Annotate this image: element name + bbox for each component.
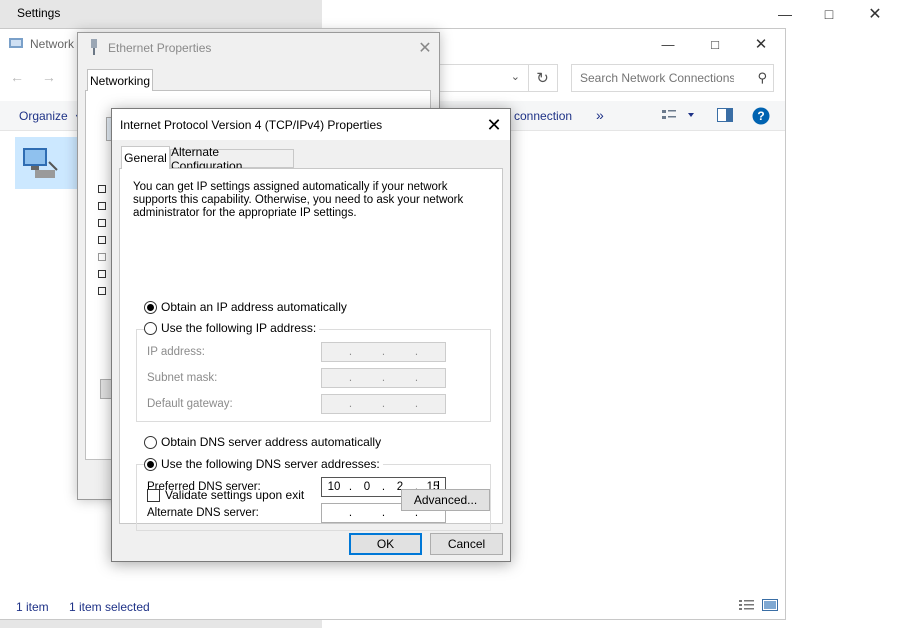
tab-alternate-configuration[interactable]: Alternate Configuration bbox=[170, 145, 294, 173]
change-view-button[interactable] bbox=[661, 108, 695, 125]
dns-manual-radio[interactable] bbox=[144, 457, 157, 471]
dns-manual-label: Use the following DNS server addresses: bbox=[161, 457, 380, 471]
dns-manual-option[interactable]: Use the following DNS server addresses: bbox=[144, 457, 383, 471]
components-list-edge bbox=[98, 179, 106, 299]
ipv4-dialog-title: Internet Protocol Version 4 (TCP/IPv4) P… bbox=[120, 118, 383, 132]
status-item-count: 1 item bbox=[16, 600, 49, 614]
preview-pane-icon[interactable] bbox=[717, 108, 733, 125]
settings-window-title: Settings bbox=[17, 6, 61, 20]
validate-settings-option[interactable]: Validate settings upon exit bbox=[147, 488, 304, 502]
ip-address-label: IP address: bbox=[147, 346, 205, 358]
preferred-dns-octet-2[interactable]: 0 bbox=[355, 481, 379, 493]
status-selected-count: 1 item selected bbox=[69, 600, 150, 614]
tab-networking[interactable]: Networking bbox=[87, 69, 153, 91]
organize-menu[interactable]: Organize ▼ bbox=[19, 109, 83, 123]
search-input[interactable] bbox=[572, 65, 742, 91]
alternate-dns-label: Alternate DNS server: bbox=[147, 507, 259, 519]
ip-auto-option[interactable]: Obtain an IP address automatically bbox=[144, 300, 347, 314]
organize-label: Organize bbox=[19, 109, 68, 123]
address-dropdown-chevron-icon[interactable]: ⌄ bbox=[511, 70, 520, 83]
ip-manual-label: Use the following IP address: bbox=[161, 321, 317, 335]
ip-auto-radio[interactable] bbox=[144, 300, 157, 314]
network-adapter-icon bbox=[23, 148, 58, 178]
search-icon[interactable]: ⚲ bbox=[757, 70, 767, 86]
rename-connection-command[interactable]: connection bbox=[514, 109, 572, 123]
settings-maximize-button[interactable]: □ bbox=[806, 0, 852, 28]
forward-arrow-icon[interactable]: → bbox=[42, 69, 56, 85]
search-box[interactable]: ⚲ bbox=[571, 64, 774, 92]
general-tab-panel: You can get IP settings assigned automat… bbox=[119, 168, 503, 531]
more-commands-button[interactable]: » bbox=[596, 107, 604, 123]
refresh-button[interactable]: ↻ bbox=[528, 64, 558, 92]
advanced-button[interactable]: Advanced... bbox=[401, 489, 490, 511]
validate-settings-label: Validate settings upon exit bbox=[165, 488, 305, 502]
subnet-mask-label: Subnet mask: bbox=[147, 372, 218, 384]
dns-auto-option[interactable]: Obtain DNS server address automatically bbox=[144, 435, 381, 449]
validate-settings-checkbox[interactable] bbox=[147, 488, 160, 502]
explorer-close-button[interactable]: ✕ bbox=[738, 29, 784, 59]
ethernet-adapter-icon bbox=[88, 39, 100, 58]
large-icons-view-icon[interactable] bbox=[762, 599, 778, 614]
address-bar[interactable]: ⌄ bbox=[433, 64, 529, 92]
default-gateway-field[interactable]: ... bbox=[321, 394, 446, 414]
cancel-button[interactable]: Cancel bbox=[430, 533, 503, 555]
default-gateway-label: Default gateway: bbox=[147, 398, 233, 410]
ethernet-close-button[interactable]: ✕ bbox=[414, 37, 436, 59]
preferred-dns-octet-1[interactable]: 10 bbox=[322, 481, 346, 493]
nav-buttons: ← → bbox=[10, 69, 56, 85]
ip-manual-option[interactable]: Use the following IP address: bbox=[144, 321, 320, 335]
settings-close-button[interactable]: ✕ bbox=[852, 0, 898, 28]
subnet-mask-field[interactable]: ... bbox=[321, 368, 446, 388]
ok-button[interactable]: OK bbox=[349, 533, 422, 555]
help-icon[interactable]: ? bbox=[752, 107, 770, 128]
close-icon[interactable]: ✕ bbox=[482, 114, 506, 136]
ipv4-properties-dialog: Internet Protocol Version 4 (TCP/IPv4) P… bbox=[111, 108, 511, 562]
details-view-icon[interactable] bbox=[739, 599, 755, 614]
explorer-maximize-button[interactable]: □ bbox=[692, 29, 738, 59]
settings-minimize-button[interactable]: — bbox=[762, 0, 808, 28]
ethernet-dialog-title: Ethernet Properties bbox=[108, 41, 212, 55]
back-arrow-icon[interactable]: ← bbox=[10, 69, 24, 85]
network-folder-icon bbox=[8, 35, 24, 51]
dns-auto-label: Obtain DNS server address automatically bbox=[161, 435, 382, 449]
tab-general[interactable]: General bbox=[121, 146, 170, 169]
explorer-minimize-button[interactable]: — bbox=[645, 29, 691, 59]
svg-text:?: ? bbox=[757, 109, 764, 123]
explorer-window-title: Network bbox=[30, 37, 75, 51]
dns-auto-radio[interactable] bbox=[144, 435, 157, 449]
ip-manual-radio[interactable] bbox=[144, 321, 157, 335]
ethernet-connection-item[interactable] bbox=[15, 137, 79, 189]
ip-address-field[interactable]: ... bbox=[321, 342, 446, 362]
intro-text: You can get IP settings assigned automat… bbox=[133, 181, 464, 219]
ip-auto-label: Obtain an IP address automatically bbox=[161, 300, 347, 314]
